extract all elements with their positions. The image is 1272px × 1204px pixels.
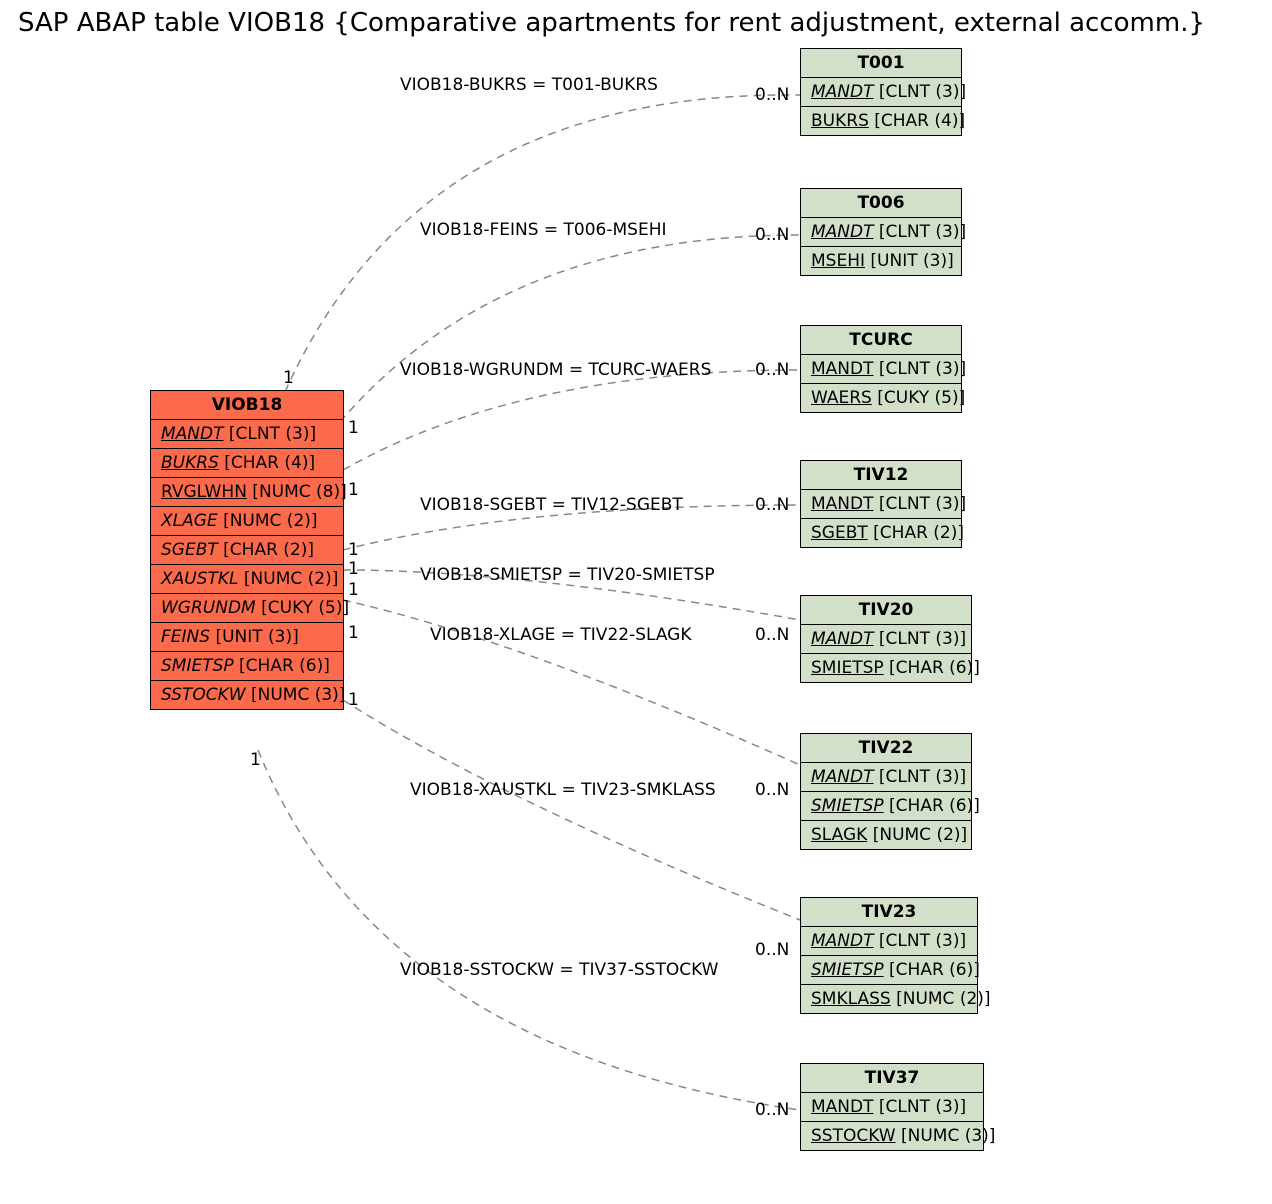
cardinality-dst: 0..N <box>755 1100 789 1120</box>
entity-header: VIOB18 <box>151 391 343 420</box>
edge-label: VIOB18-SGEBT = TIV12-SGEBT <box>420 495 683 515</box>
field-row: XLAGE [NUMC (2)] <box>151 507 343 536</box>
field-row: MANDT [CLNT (3)] <box>801 355 961 384</box>
field-row: BUKRS [CHAR (4)] <box>801 107 961 135</box>
field-row: MANDT [CLNT (3)] <box>801 78 961 107</box>
field-row: SMKLASS [NUMC (2)] <box>801 985 977 1013</box>
entity-header: T006 <box>801 189 961 218</box>
edge-label: VIOB18-BUKRS = T001-BUKRS <box>400 75 658 95</box>
entity-t001: T001MANDT [CLNT (3)]BUKRS [CHAR (4)] <box>800 48 962 136</box>
entity-tcurc: TCURCMANDT [CLNT (3)]WAERS [CUKY (5)] <box>800 325 962 413</box>
cardinality-dst: 0..N <box>755 85 789 105</box>
entity-header: TIV23 <box>801 898 977 927</box>
field-row: MANDT [CLNT (3)] <box>801 1093 983 1122</box>
field-row: SLAGK [NUMC (2)] <box>801 821 971 849</box>
field-row: FEINS [UNIT (3)] <box>151 623 343 652</box>
field-row: SMIETSP [CHAR (6)] <box>801 654 971 682</box>
entity-header: TCURC <box>801 326 961 355</box>
cardinality-src: 1 <box>348 559 359 579</box>
entity-tiv12: TIV12MANDT [CLNT (3)]SGEBT [CHAR (2)] <box>800 460 962 548</box>
field-row: XAUSTKL [NUMC (2)] <box>151 565 343 594</box>
entity-header: TIV20 <box>801 596 971 625</box>
cardinality-src: 1 <box>348 418 359 438</box>
cardinality-src: 1 <box>348 580 359 600</box>
field-row: SMIETSP [CHAR (6)] <box>801 956 977 985</box>
entity-tiv20: TIV20MANDT [CLNT (3)]SMIETSP [CHAR (6)] <box>800 595 972 683</box>
cardinality-src: 1 <box>250 750 261 770</box>
field-row: SGEBT [CHAR (2)] <box>801 519 961 547</box>
field-row: MANDT [CLNT (3)] <box>151 420 343 449</box>
field-row: SSTOCKW [NUMC (3)] <box>151 681 343 709</box>
entity-t006: T006MANDT [CLNT (3)]MSEHI [UNIT (3)] <box>800 188 962 276</box>
entity-tiv22: TIV22MANDT [CLNT (3)]SMIETSP [CHAR (6)]S… <box>800 733 972 850</box>
field-row: MSEHI [UNIT (3)] <box>801 247 961 275</box>
cardinality-dst: 0..N <box>755 495 789 515</box>
field-row: SSTOCKW [NUMC (3)] <box>801 1122 983 1150</box>
entity-tiv37: TIV37MANDT [CLNT (3)]SSTOCKW [NUMC (3)] <box>800 1063 984 1151</box>
field-row: SGEBT [CHAR (2)] <box>151 536 343 565</box>
edge-label: VIOB18-SMIETSP = TIV20-SMIETSP <box>420 565 715 585</box>
field-row: RVGLWHN [NUMC (8)] <box>151 478 343 507</box>
field-row: SMIETSP [CHAR (6)] <box>151 652 343 681</box>
cardinality-dst: 0..N <box>755 225 789 245</box>
field-row: MANDT [CLNT (3)] <box>801 763 971 792</box>
entity-header: TIV12 <box>801 461 961 490</box>
cardinality-dst: 0..N <box>755 360 789 380</box>
cardinality-dst: 0..N <box>755 625 789 645</box>
field-row: BUKRS [CHAR (4)] <box>151 449 343 478</box>
edge-label: VIOB18-XAUSTKL = TIV23-SMKLASS <box>410 780 716 800</box>
entity-tiv23: TIV23MANDT [CLNT (3)]SMIETSP [CHAR (6)]S… <box>800 897 978 1014</box>
entity-header: T001 <box>801 49 961 78</box>
edge-label: VIOB18-XLAGE = TIV22-SLAGK <box>430 625 692 645</box>
field-row: WAERS [CUKY (5)] <box>801 384 961 412</box>
cardinality-src: 1 <box>348 540 359 560</box>
cardinality-src: 1 <box>348 623 359 643</box>
entity-header: TIV37 <box>801 1064 983 1093</box>
cardinality-dst: 0..N <box>755 780 789 800</box>
edge-label: VIOB18-FEINS = T006-MSEHI <box>420 220 667 240</box>
cardinality-src: 1 <box>348 690 359 710</box>
cardinality-dst: 0..N <box>755 940 789 960</box>
cardinality-src: 1 <box>283 368 294 388</box>
field-row: SMIETSP [CHAR (6)] <box>801 792 971 821</box>
entity-viob18: VIOB18 MANDT [CLNT (3)]BUKRS [CHAR (4)]R… <box>150 390 344 710</box>
field-row: MANDT [CLNT (3)] <box>801 927 977 956</box>
page-title: SAP ABAP table VIOB18 {Comparative apart… <box>18 8 1205 38</box>
field-row: MANDT [CLNT (3)] <box>801 490 961 519</box>
field-row: MANDT [CLNT (3)] <box>801 625 971 654</box>
cardinality-src: 1 <box>348 480 359 500</box>
field-row: MANDT [CLNT (3)] <box>801 218 961 247</box>
field-row: WGRUNDM [CUKY (5)] <box>151 594 343 623</box>
edge-label: VIOB18-SSTOCKW = TIV37-SSTOCKW <box>400 960 718 980</box>
entity-header: TIV22 <box>801 734 971 763</box>
edge-label: VIOB18-WGRUNDM = TCURC-WAERS <box>400 360 711 380</box>
